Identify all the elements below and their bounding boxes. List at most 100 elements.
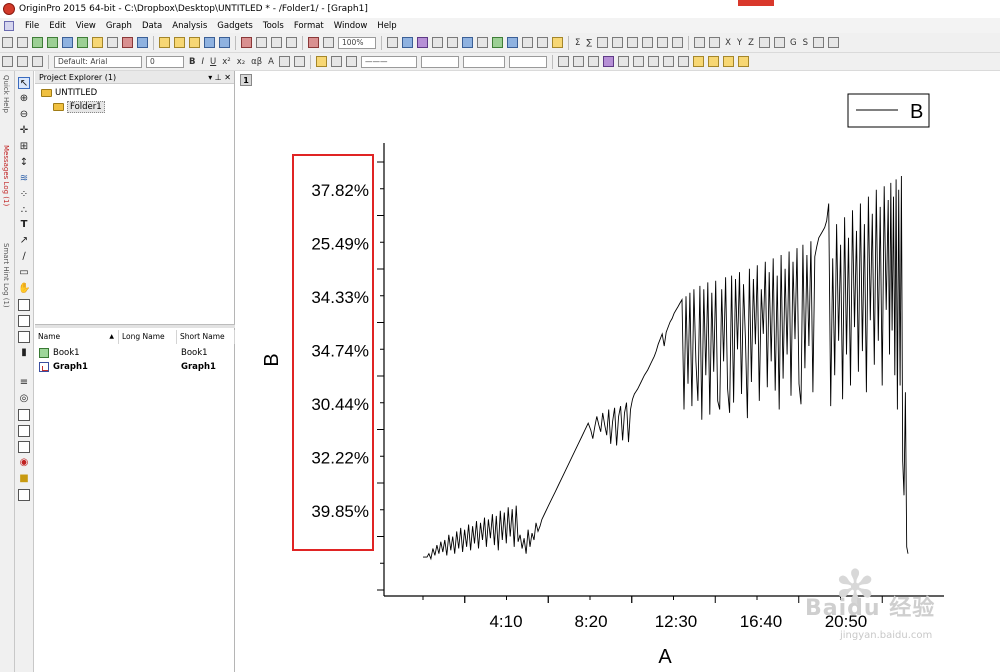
set-z-icon[interactable]: Z (748, 38, 754, 48)
arrow-tool-icon[interactable]: ↗ (18, 235, 30, 247)
set-x-icon[interactable]: X (725, 38, 731, 48)
add-legend-icon[interactable] (18, 425, 30, 437)
mask-tool-icon[interactable]: ∴ (18, 205, 30, 217)
align-icon[interactable] (633, 56, 644, 67)
backward-icon[interactable] (738, 56, 749, 67)
new-graph-icon[interactable] (62, 37, 73, 48)
line-color-icon[interactable] (331, 56, 342, 67)
import-icon[interactable] (137, 37, 148, 48)
arrange-layers-icon[interactable] (18, 489, 30, 501)
results-log-icon[interactable] (432, 37, 443, 48)
zoom-in-tool-icon[interactable]: ⊕ (18, 93, 30, 105)
set-subject-icon[interactable]: S (803, 38, 808, 48)
menu-gadgets[interactable]: Gadgets (212, 21, 258, 31)
add-axis-icon[interactable] (18, 409, 30, 421)
new-folder-icon[interactable] (17, 37, 28, 48)
save-window-icon[interactable] (219, 37, 230, 48)
zoom-select[interactable]: 100% (338, 36, 376, 49)
set-y-icon[interactable]: Y (737, 38, 742, 48)
grid-icon[interactable] (588, 56, 599, 67)
add-column-icon[interactable] (642, 37, 654, 48)
column-header-name[interactable]: Name ▲ (35, 330, 119, 344)
graph-window[interactable]: 37.82% 25.49% 34.33% 34.74% 30.44% 32.22% 39.8… (236, 71, 1000, 672)
column-header-short-name[interactable]: Short Name (177, 330, 235, 344)
add-colorscale-icon[interactable] (18, 441, 30, 453)
layer-contents-icon[interactable] (507, 37, 518, 48)
add-layer-icon[interactable]: ◎ (18, 393, 30, 405)
script-window-icon[interactable] (402, 37, 413, 48)
filter-options-icon[interactable] (709, 37, 721, 48)
group-icon[interactable] (663, 56, 674, 67)
import-multiple-icon[interactable] (271, 37, 282, 48)
new-matrix-icon[interactable] (77, 37, 88, 48)
legend[interactable]: B (847, 93, 930, 128)
list-item[interactable]: Graph1 Graph1 (35, 360, 235, 374)
rescale-icon[interactable]: ■ (18, 473, 30, 485)
fill-color-icon[interactable] (316, 56, 327, 67)
data-selector-icon[interactable]: ≋ (18, 173, 30, 185)
border-style-select[interactable] (463, 55, 505, 68)
new-project-icon[interactable] (2, 37, 13, 48)
region-tool-icon[interactable]: ⁘ (18, 189, 30, 201)
first-row-icon[interactable] (812, 37, 824, 48)
child-window-icon[interactable] (4, 20, 14, 31)
graph-canvas[interactable]: 37.82% 25.49% 34.33% 34.74% 30.44% 32.22% 39.8… (236, 71, 1000, 672)
menu-file[interactable]: File (20, 21, 44, 31)
new-layout-icon[interactable] (107, 37, 118, 48)
front-icon[interactable] (693, 56, 704, 67)
menu-format[interactable]: Format (289, 21, 329, 31)
recalculate-icon[interactable] (241, 37, 252, 48)
filter-icon[interactable] (694, 37, 706, 48)
menu-data[interactable]: Data (137, 21, 167, 31)
menu-edit[interactable]: Edit (44, 21, 70, 31)
save-project-icon[interactable] (204, 37, 215, 48)
new-notes-icon[interactable] (122, 37, 133, 48)
line-tool-icon[interactable]: ∕ (18, 251, 30, 263)
bar-chart-icon[interactable] (657, 37, 669, 48)
strip-handle-icon[interactable]: ≡ (18, 377, 30, 389)
screen-reader-icon[interactable]: ✛ (18, 125, 30, 137)
layer-1-tab[interactable]: 1 (240, 74, 252, 86)
tree-item-untitled[interactable]: UNTITLED (41, 88, 97, 98)
timestamp-icon[interactable]: ◉ (18, 457, 30, 469)
open-icon[interactable] (159, 37, 170, 48)
rectangle-tool-icon[interactable]: ▭ (18, 267, 30, 279)
table-border-icon[interactable] (573, 56, 584, 67)
column-chart-icon[interactable] (672, 37, 684, 48)
greek-button[interactable]: αβ (251, 57, 262, 67)
project-explorer-icon[interactable] (447, 37, 458, 48)
messages-log-icon[interactable] (477, 37, 488, 48)
menu-analysis[interactable]: Analysis (167, 21, 212, 31)
menu-help[interactable]: Help (372, 21, 401, 31)
hand-tool-icon[interactable]: ✋ (18, 283, 30, 295)
hatch-icon[interactable] (558, 56, 569, 67)
y-axis-title[interactable]: B (261, 353, 283, 366)
tree-item-folder1[interactable]: Folder1 (53, 101, 105, 113)
statistics-icon[interactable]: ∑ (586, 38, 592, 48)
import-wizard-icon[interactable] (256, 37, 267, 48)
panel-controls[interactable]: ▾ ⊥ ✕ (208, 71, 231, 84)
copy-icon[interactable] (17, 56, 28, 67)
panel-splitter[interactable] (35, 324, 235, 328)
last-row-icon[interactable] (827, 37, 839, 48)
tab-quick-help[interactable]: Quick Help (2, 75, 10, 113)
code-builder-icon[interactable] (387, 37, 398, 48)
zoom-out-tool-icon[interactable]: ⊖ (18, 109, 30, 121)
line-style-select[interactable]: ——— (361, 55, 417, 68)
forward-icon[interactable] (723, 56, 734, 67)
italic-button[interactable]: I (201, 57, 204, 67)
open-template-icon[interactable] (174, 37, 185, 48)
scale-tool-icon[interactable]: ↕ (18, 157, 30, 169)
new-workbook-icon[interactable] (32, 37, 43, 48)
font-select[interactable]: Default: Arial (54, 55, 142, 68)
new-function-icon[interactable] (92, 37, 103, 48)
cut-icon[interactable] (2, 56, 13, 67)
data-reader-icon[interactable] (552, 37, 563, 48)
sum-icon[interactable]: Σ (575, 38, 580, 48)
insert-table-icon[interactable] (18, 315, 30, 327)
axes-dialog-icon[interactable] (537, 37, 548, 48)
open-excel-icon[interactable] (189, 37, 200, 48)
column-header-long-name[interactable]: Long Name (119, 330, 177, 344)
new-excel-icon[interactable] (47, 37, 58, 48)
series-line-b[interactable] (423, 175, 909, 561)
